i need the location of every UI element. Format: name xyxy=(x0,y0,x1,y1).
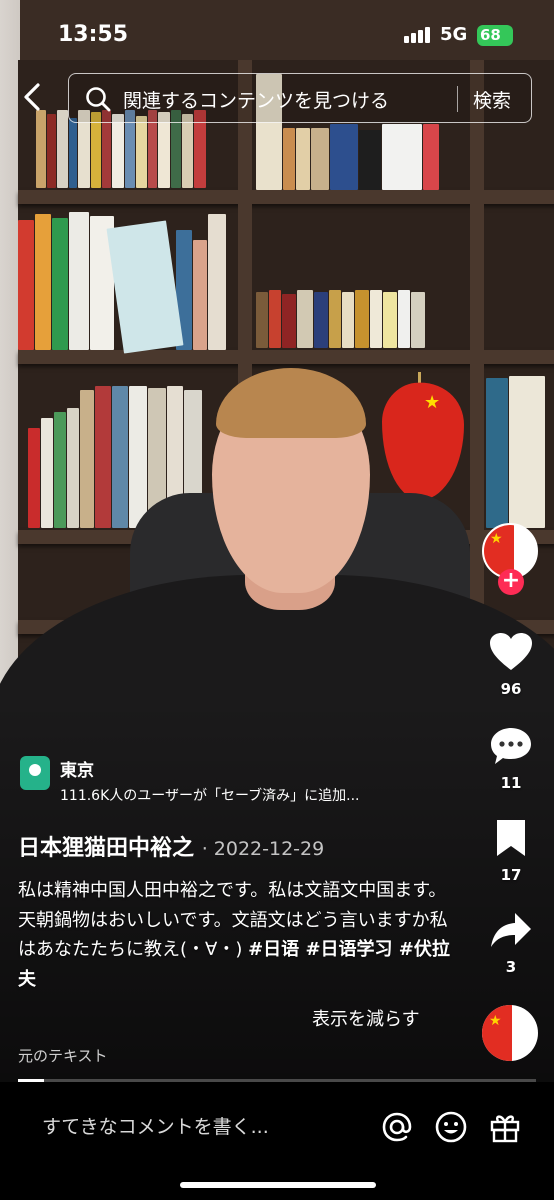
location-chip[interactable]: 東京 111.6K人のユーザーが「セーブ済み」に追加... xyxy=(20,756,360,805)
music-disc-button[interactable]: ★ xyxy=(482,1005,538,1061)
like-button[interactable]: 96 xyxy=(482,632,540,698)
comment-icon xyxy=(491,728,531,764)
share-count: 3 xyxy=(505,958,517,976)
at-icon[interactable] xyxy=(380,1110,414,1144)
search-button[interactable]: 検索 xyxy=(473,86,511,113)
flag-star-icon: ★ xyxy=(424,392,441,413)
search-input[interactable]: 関連するコンテンツを見つける xyxy=(123,86,389,113)
search-bar[interactable]: 関連するコンテンツを見つける 検索 xyxy=(68,73,532,123)
show-less-button[interactable]: 表示を減らす xyxy=(312,1005,420,1031)
bookmark-icon xyxy=(497,820,525,856)
save-button[interactable]: 17 xyxy=(482,818,540,884)
author-name[interactable]: 日本狸猫田中裕之 xyxy=(18,836,194,861)
like-count: 96 xyxy=(500,680,522,698)
star-icon: ★ xyxy=(489,1013,502,1029)
status-time: 13:55 xyxy=(58,22,129,47)
post-date: 2022-12-29 xyxy=(213,838,325,860)
book-row xyxy=(256,74,439,190)
location-name: 東京 xyxy=(60,761,94,781)
book-row xyxy=(486,372,545,528)
book-row xyxy=(18,210,226,354)
battery-icon: 68 xyxy=(477,25,513,46)
comment-bar: すてきなコメントを書く... xyxy=(0,1082,554,1200)
author-line[interactable]: 日本狸猫田中裕之 · 2022-12-29 xyxy=(18,830,324,862)
follow-button[interactable]: + xyxy=(498,569,524,595)
comment-input[interactable]: すてきなコメントを書く... xyxy=(42,1112,269,1139)
back-icon xyxy=(24,83,40,111)
comment-button[interactable]: 11 xyxy=(482,726,540,792)
star-icon: ★ xyxy=(490,531,503,547)
home-indicator[interactable] xyxy=(180,1182,376,1188)
comment-count: 11 xyxy=(500,774,522,792)
gift-icon[interactable] xyxy=(488,1110,522,1144)
share-button[interactable]: 3 xyxy=(482,910,540,976)
separator: · xyxy=(201,838,208,860)
creator-avatar-button[interactable]: ★ + xyxy=(482,523,540,595)
location-saved-count: 111.6K人のユーザーが「セーブ済み」に追加... xyxy=(60,788,360,804)
share-icon xyxy=(491,913,531,947)
search-divider xyxy=(457,86,458,112)
status-bar: 13:55 5G 68 xyxy=(0,0,554,60)
post-caption[interactable]: 私は精神中国人田中裕之です。私は文語文中国ます。天朝鍋物はおいしいです。文語文は… xyxy=(18,876,458,994)
book-row xyxy=(256,290,425,348)
original-text-link[interactable]: 元のテキスト xyxy=(18,1045,108,1066)
emoji-icon[interactable] xyxy=(434,1110,468,1144)
location-icon xyxy=(20,756,50,790)
battery-level: 68 xyxy=(480,26,501,44)
plus-icon: + xyxy=(501,568,521,593)
network-type: 5G xyxy=(440,24,468,45)
back-button[interactable] xyxy=(18,80,48,114)
heart-icon xyxy=(490,633,532,670)
save-count: 17 xyxy=(500,866,522,884)
signal-icon xyxy=(404,27,430,43)
search-icon xyxy=(86,87,111,112)
